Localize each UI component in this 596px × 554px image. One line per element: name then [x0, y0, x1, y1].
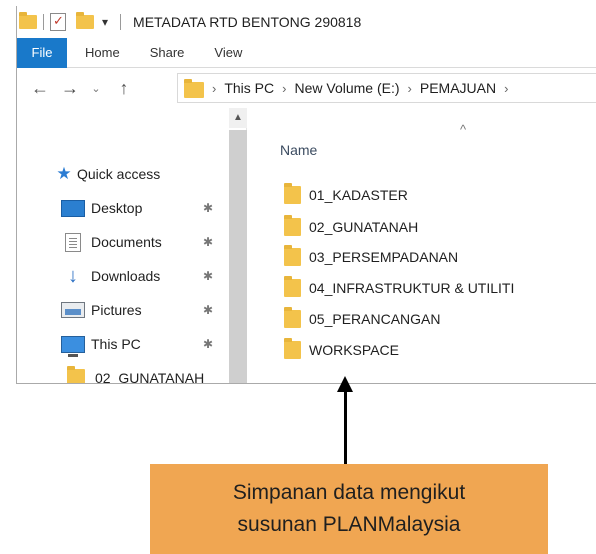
navigation-pane: ▲ ★ Quick access Desktop ✱ Documents ✱ ↓…: [17, 108, 247, 384]
file-explorer-window: ▾ METADATA RTD BENTONG 290818 File Home …: [16, 6, 596, 384]
title-bar: ▾ METADATA RTD BENTONG 290818: [17, 6, 596, 38]
address-bar[interactable]: › This PC › New Volume (E:) › PEMAJUAN ›: [177, 73, 596, 103]
folder-icon: [284, 183, 301, 204]
nav-item-label: Downloads: [91, 268, 161, 284]
folder-name: 02_GUNATANAH: [309, 219, 419, 235]
caption-line-2: susunan PLANMalaysia: [237, 513, 461, 536]
up-arrow-icon[interactable]: ↑: [113, 78, 135, 99]
folder-name: 01_KADASTER: [309, 187, 408, 203]
back-arrow-icon[interactable]: ←: [29, 78, 51, 99]
folder-name: 03_PERSEMPADANAN: [309, 249, 459, 265]
breadcrumb-separator: ›: [282, 80, 287, 96]
properties-icon[interactable]: [50, 13, 66, 31]
sort-ascending-icon: ^: [460, 122, 467, 137]
breadcrumb-separator: ›: [212, 80, 217, 96]
tab-view[interactable]: View: [214, 45, 242, 60]
folder-name: 04_INFRASTRUKTUR & UTILITI: [309, 280, 515, 296]
this-pc-icon: [61, 335, 85, 357]
forward-arrow-icon[interactable]: →: [59, 78, 81, 99]
pin-icon[interactable]: ✱: [203, 337, 213, 351]
list-item[interactable]: 01_KADASTER: [284, 180, 408, 210]
title-separator: [120, 14, 122, 30]
folder-icon: [284, 338, 301, 359]
breadcrumb-separator: ›: [407, 80, 412, 96]
column-header-name[interactable]: Name: [280, 142, 317, 158]
desktop-icon: [61, 199, 85, 217]
folder-icon: [284, 276, 301, 297]
navigation-bar: ← → ⌄ ↑ › This PC › New Volume (E:) › PE…: [17, 69, 596, 107]
breadcrumb-separator: ›: [504, 80, 509, 96]
list-item[interactable]: WORKSPACE: [284, 335, 399, 365]
file-list: ^ Name 01_KADASTER 02_GUNATANAH 03_PERSE…: [248, 108, 596, 383]
folder-icon: [19, 12, 37, 29]
customize-down-icon[interactable]: ▾: [102, 15, 108, 29]
chevron-down-icon[interactable]: ⌄: [85, 82, 107, 95]
folder-icon: [284, 307, 301, 328]
tab-home[interactable]: Home: [85, 45, 120, 60]
breadcrumb-new-volume[interactable]: New Volume (E:): [294, 80, 399, 96]
list-item[interactable]: 04_INFRASTRUKTUR & UTILITI: [284, 273, 514, 303]
arrow-shaft: [344, 390, 347, 466]
breadcrumb-this-pc[interactable]: This PC: [224, 80, 274, 96]
nav-folder-02-gunatanah[interactable]: 02_GUNATANAH: [67, 362, 229, 384]
quick-access-label: Quick access: [77, 166, 161, 182]
nav-item-label: 02_GUNATANAH: [95, 370, 205, 384]
title-separator: [43, 14, 44, 30]
star-icon: ★: [56, 164, 72, 183]
nav-quick-access[interactable]: ★ Quick access: [55, 158, 160, 190]
list-item[interactable]: 02_GUNATANAH: [284, 212, 418, 242]
caption-line-1: Simpanan data mengikut: [232, 481, 466, 504]
documents-icon: [65, 232, 81, 252]
folder-icon: [284, 245, 301, 266]
nav-item-label: This PC: [91, 336, 141, 352]
nav-item-label: Pictures: [91, 302, 142, 318]
pin-icon[interactable]: ✱: [203, 269, 213, 283]
tab-share[interactable]: Share: [150, 45, 185, 60]
navigation-scrollbar[interactable]: [229, 130, 247, 383]
download-icon: ↓: [68, 265, 78, 287]
pictures-icon: [61, 302, 85, 318]
tab-file[interactable]: File: [17, 37, 67, 68]
nav-item-label: Documents: [91, 234, 162, 250]
ribbon-tabs: File Home Share View: [17, 37, 596, 68]
list-item[interactable]: 03_PERSEMPADANAN: [284, 242, 458, 272]
folder-icon: [67, 366, 85, 383]
list-item[interactable]: 05_PERANCANGAN: [284, 304, 441, 334]
new-folder-icon[interactable]: [76, 12, 94, 29]
pin-icon[interactable]: ✱: [203, 303, 213, 317]
folder-name: 05_PERANCANGAN: [309, 311, 441, 327]
folder-name: WORKSPACE: [309, 342, 399, 358]
pin-icon[interactable]: ✱: [203, 201, 213, 215]
breadcrumb-pemajuan[interactable]: PEMAJUAN: [420, 80, 496, 96]
nav-item-label: Desktop: [91, 200, 143, 216]
pin-icon[interactable]: ✱: [203, 235, 213, 249]
folder-icon: [284, 215, 301, 236]
window-title: METADATA RTD BENTONG 290818: [133, 14, 362, 30]
folder-icon: [184, 79, 204, 98]
annotation-caption: Simpanan data mengikut susunan PLANMalay…: [150, 464, 548, 554]
scroll-up-icon[interactable]: ▲: [229, 108, 247, 128]
